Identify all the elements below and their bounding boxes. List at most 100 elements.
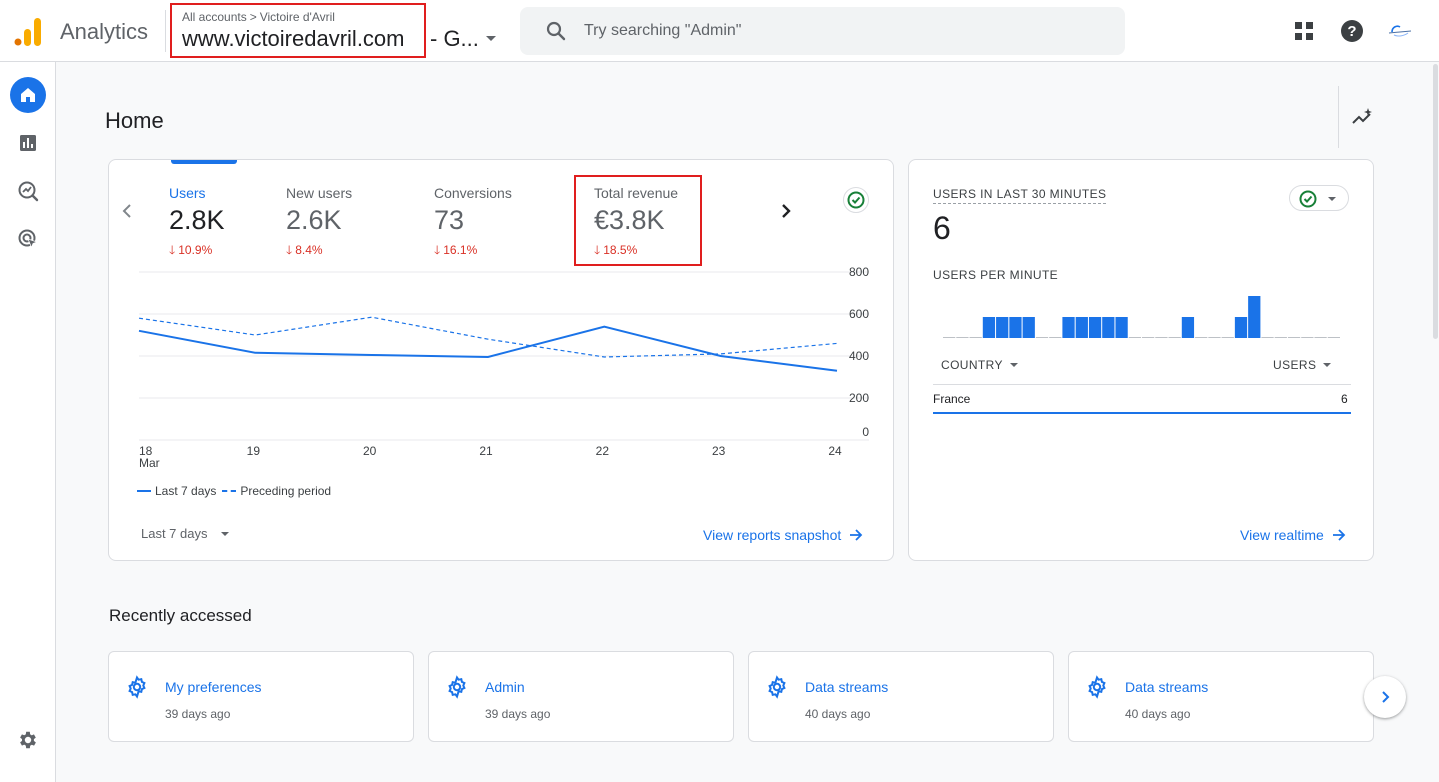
country-column-header[interactable]: COUNTRY [941,358,1019,372]
table-divider [933,384,1351,385]
app-title: Analytics [60,19,149,44]
metric-delta: 🡓 10.9% [169,241,225,262]
minute-bar[interactable] [1009,317,1022,338]
minute-bar[interactable] [1075,317,1088,338]
nav-reports[interactable] [10,125,46,161]
admin-gear-icon [20,731,36,749]
caret-down-icon [1009,363,1018,367]
legend-previous: Preceding period [240,484,332,498]
account-breadcrumb[interactable]: All accounts > Victoire d'Avril [182,10,335,24]
help-icon[interactable]: ? [1340,19,1364,43]
nav-home[interactable] [10,77,46,113]
gear-icon [448,675,466,699]
recent-next-button[interactable] [1364,676,1406,718]
minute-bar[interactable] [1181,317,1195,338]
search-bar[interactable] [520,7,1125,55]
breadcrumb-account[interactable]: Victoire d'Avril [260,10,335,24]
arrow-down-icon: 🡓 [286,243,293,257]
y-tick-label: 0 [862,425,869,439]
nav-advertising[interactable] [10,221,46,257]
analytics-logo[interactable] [14,16,42,46]
apps-icon[interactable] [1292,19,1316,43]
chevron-left-icon[interactable] [119,200,135,222]
gear-icon [768,675,786,699]
minute-bar[interactable] [1248,296,1261,338]
metric-tab-users[interactable]: Users 2.8K 🡓 10.9% [169,185,225,262]
search-icon [546,21,566,41]
nav-explore[interactable] [10,173,46,209]
overview-line-chart: 0 200 400 600 800 18 Mar 19 20 21 22 23 24 [138,265,869,470]
table-row-country: France [933,392,971,406]
gear-icon [1088,675,1106,699]
view-realtime-label: View realtime [1240,527,1324,543]
caret-down-icon[interactable] [484,31,498,45]
recent-item-title: Data streams [1125,679,1209,695]
overview-card: Users 2.8K 🡓 10.9% New users 2.6K 🡓 8.4% C… [108,159,894,561]
metric-label: New users [286,185,353,201]
check-circle-icon[interactable] [842,186,870,214]
metric-delta: 🡓 8.4% [286,241,352,262]
legend-swatch-dashed [222,490,237,492]
caret-down-icon [1328,197,1336,201]
view-realtime-link[interactable]: View realtime [1240,527,1346,543]
realtime-card: USERS IN LAST 30 MINUTES 6 USERS PER MIN… [908,159,1374,561]
minute-bar[interactable] [1088,317,1102,338]
x-tick-label: 20 [363,444,377,458]
realtime-users-value: 6 [933,210,951,246]
arrow-right-icon [1332,529,1346,541]
minute-bar[interactable] [1234,317,1248,338]
recent-item-data-streams-2[interactable]: Data streams 40 days ago [1068,651,1374,742]
users-per-minute-label: USERS PER MINUTE [933,268,1059,282]
x-tick-label: 18 Mar [139,444,160,470]
minute-bar[interactable] [1102,317,1115,338]
arrow-right-icon [850,529,863,541]
realtime-title[interactable]: USERS IN LAST 30 MINUTES [933,187,1107,204]
country-header-label: COUNTRY [941,358,1003,372]
recent-item-time: 39 days ago [165,707,231,721]
reports-icon [20,135,36,151]
recent-item-time: 40 days ago [1125,707,1191,721]
metric-tab-new-users[interactable]: New users 2.6K 🡓 8.4% [286,185,352,262]
table-row-bar [933,412,1351,414]
chevron-right-icon[interactable] [777,200,795,222]
recent-item-admin[interactable]: Admin 39 days ago [428,651,734,742]
metric-delta: 🡓 18.5% [594,241,678,262]
breadcrumb-all-accounts[interactable]: All accounts [182,10,247,24]
view-reports-snapshot-label: View reports snapshot [703,527,842,543]
x-tick-label: 23 [712,444,726,458]
chevron-right-icon [1382,691,1390,703]
x-tick-label: 22 [596,444,610,458]
property-name[interactable]: www.victoiredavril.com [182,26,405,52]
metric-tab-conversions[interactable]: Conversions 73 🡓 16.1% [434,185,512,262]
nav-admin[interactable] [10,722,46,758]
date-range-label: Last 7 days [141,526,208,541]
metric-delta-value: 18.5% [603,243,638,257]
insights-icon[interactable] [1350,106,1374,130]
metric-value: €3.8K [594,205,665,235]
minute-bar[interactable] [1062,317,1075,338]
scrollbar[interactable] [1433,64,1438,339]
search-input[interactable] [584,7,1104,55]
recent-item-data-streams[interactable]: Data streams 40 days ago [748,651,1054,742]
arrow-down-icon: 🡓 [594,243,601,257]
users-column-header[interactable]: USERS [1273,358,1332,372]
chart-legend: Last 7 days Preceding period [137,484,331,498]
metric-tab-total-revenue[interactable]: Total revenue €3.8K 🡓 18.5% [594,185,678,262]
minute-bar[interactable] [1022,317,1035,338]
home-icon [21,88,35,102]
gear-icon [128,675,146,699]
minute-bar[interactable] [996,317,1009,338]
recent-item-my-preferences[interactable]: My preferences 39 days ago [108,651,414,742]
y-tick-label: 400 [849,349,869,363]
realtime-status-chip[interactable] [1289,185,1349,211]
legend-swatch-solid [137,490,151,492]
metric-delta-value: 10.9% [178,243,213,257]
date-range-selector[interactable]: Last 7 days [141,526,230,541]
minute-bar[interactable] [982,317,996,338]
minute-bar[interactable] [1115,317,1128,338]
table-row-users: 6 [1341,392,1348,406]
view-reports-snapshot-link[interactable]: View reports snapshot [703,527,863,543]
metric-value: 73 [434,205,465,235]
avatar[interactable] [1386,18,1414,46]
property-suffix[interactable]: - G... [430,26,479,52]
